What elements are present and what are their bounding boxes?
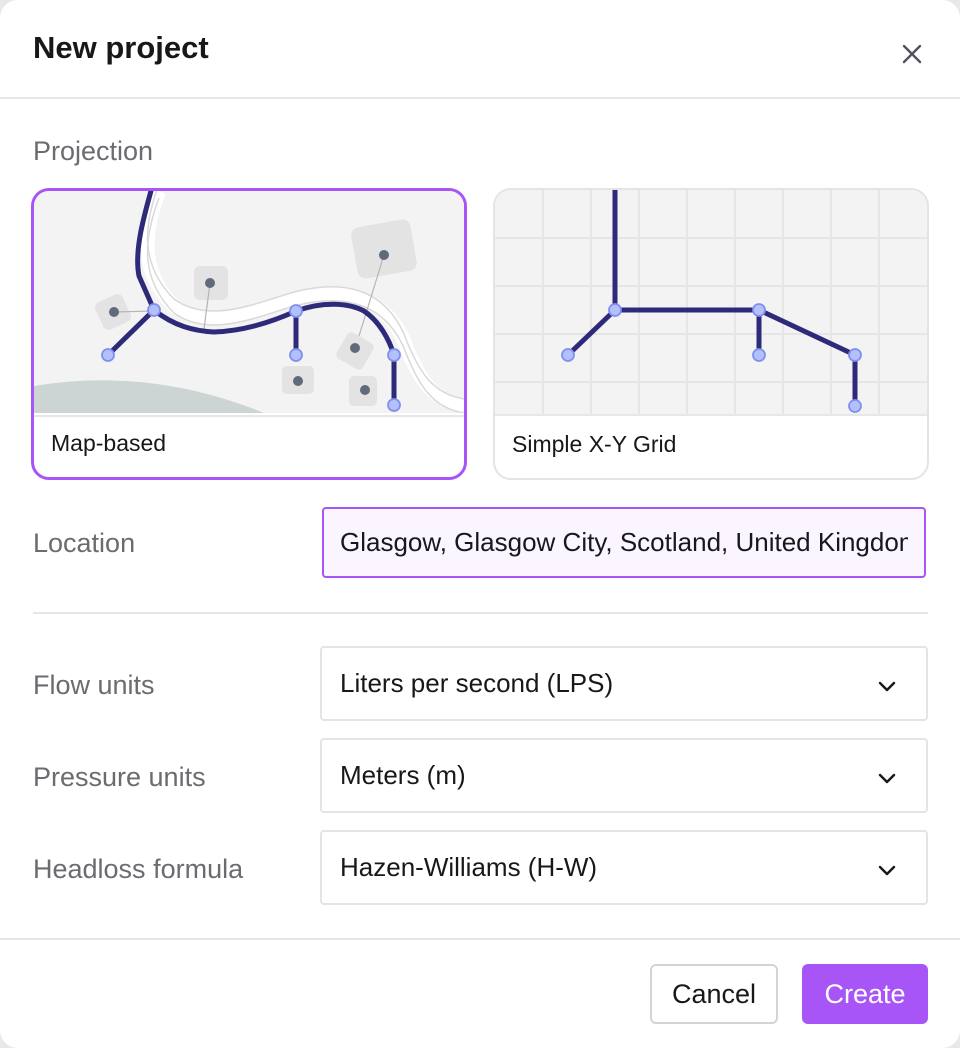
chevron-down-icon bbox=[878, 773, 896, 784]
headloss-formula-select[interactable]: Hazen-Williams (H-W) bbox=[320, 830, 928, 905]
section-divider bbox=[33, 612, 928, 614]
flow-units-value: Liters per second (LPS) bbox=[340, 668, 614, 698]
flow-units-label: Flow units bbox=[33, 670, 155, 700]
pressure-units-label: Pressure units bbox=[33, 762, 206, 792]
location-label: Location bbox=[33, 528, 136, 558]
grid-preview-illustration bbox=[495, 190, 927, 414]
create-button[interactable]: Create bbox=[802, 964, 928, 1024]
projection-option-label: Simple X-Y Grid bbox=[512, 431, 677, 457]
pressure-units-select[interactable]: Meters (m) bbox=[320, 738, 928, 813]
headloss-formula-value: Hazen-Williams (H-W) bbox=[340, 852, 598, 882]
location-input[interactable] bbox=[322, 507, 926, 578]
dialog-header: New project bbox=[0, 0, 960, 99]
projection-option-label: Map-based bbox=[51, 430, 167, 456]
headloss-formula-label: Headloss formula bbox=[33, 854, 244, 884]
cancel-button[interactable]: Cancel bbox=[650, 964, 778, 1024]
chevron-down-icon bbox=[878, 681, 896, 692]
close-button[interactable] bbox=[892, 34, 932, 74]
projection-option-map-based[interactable]: Map-based bbox=[31, 188, 467, 480]
pressure-units-value: Meters (m) bbox=[340, 760, 466, 790]
new-project-dialog: New project Projection Map-based Simple … bbox=[0, 0, 960, 1048]
map-preview-illustration bbox=[34, 191, 464, 413]
chevron-down-icon bbox=[878, 865, 896, 876]
dialog-title: New project bbox=[33, 30, 209, 65]
projection-label: Projection bbox=[33, 136, 154, 166]
projection-option-simple-grid[interactable]: Simple X-Y Grid bbox=[493, 188, 929, 480]
flow-units-select[interactable]: Liters per second (LPS) bbox=[320, 646, 928, 721]
close-icon bbox=[902, 44, 922, 64]
